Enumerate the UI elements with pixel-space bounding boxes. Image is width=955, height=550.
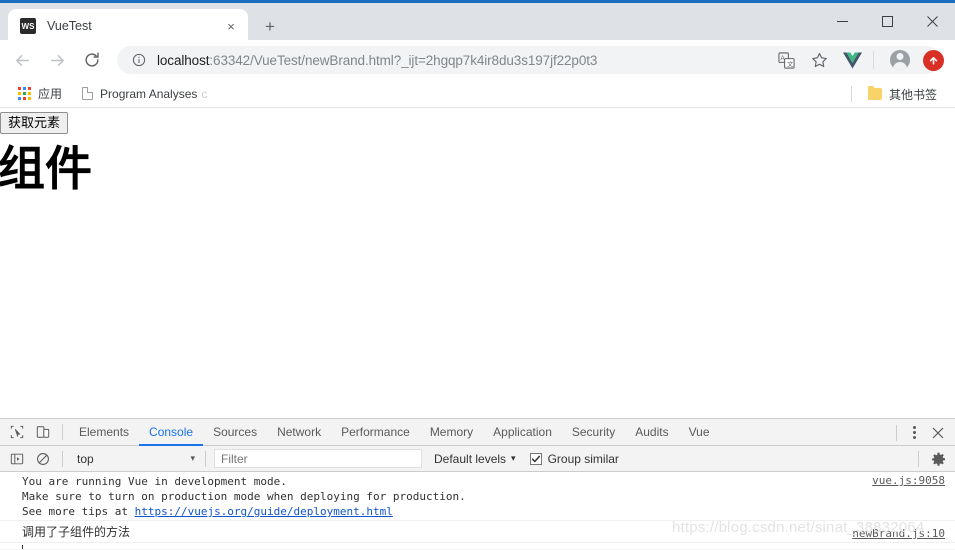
- maximize-icon[interactable]: [865, 3, 910, 40]
- url-path: :63342/VueTest/newBrand.html?_ijt=2hgqp7…: [209, 52, 598, 68]
- apps-grid-icon: [18, 87, 31, 100]
- bookmark-star-icon[interactable]: [805, 46, 833, 74]
- console-message-line-3: See more tips at https://vuejs.org/guide…: [22, 504, 955, 519]
- log-levels-select[interactable]: Default levels ▾: [434, 452, 516, 466]
- inspect-element-icon[interactable]: [4, 420, 30, 444]
- console-message-line-1: You are running Vue in development mode.: [22, 475, 287, 488]
- minimize-icon[interactable]: [820, 3, 865, 40]
- tab-elements[interactable]: Elements: [69, 419, 139, 446]
- browser-tab[interactable]: WS VueTest ×: [8, 9, 248, 43]
- devtools-panel: Elements Console Sources Network Perform…: [0, 418, 955, 550]
- tab-network[interactable]: Network: [267, 419, 331, 446]
- get-element-button[interactable]: 获取元素: [0, 112, 69, 134]
- bookmark-apps-label: 应用: [38, 87, 63, 101]
- console-output[interactable]: You are running Vue in development mode.…: [0, 472, 955, 549]
- profile-avatar-icon[interactable]: [886, 46, 914, 74]
- page-title: 组件: [0, 142, 92, 197]
- bookmark-item-program-analyses[interactable]: Program Analyses c: [74, 83, 215, 105]
- console-toolbar-right: [912, 446, 951, 472]
- console-filter-input[interactable]: [214, 449, 422, 468]
- reload-icon[interactable]: [78, 46, 106, 74]
- title-bar: WS VueTest × +: [0, 0, 955, 43]
- other-bookmarks-folder[interactable]: 其他书签: [860, 83, 945, 105]
- bookmarks-divider: [850, 86, 852, 102]
- other-bookmarks-label: 其他书签: [888, 87, 937, 102]
- document-icon: [82, 87, 94, 100]
- console-toolbar-divider-2: [205, 450, 206, 467]
- more-options-icon[interactable]: [903, 422, 925, 444]
- vue-devtools-icon[interactable]: [838, 46, 866, 74]
- bookmark-item-overflow: c: [201, 86, 208, 101]
- tab-application[interactable]: Application: [483, 419, 562, 446]
- close-devtools-icon[interactable]: [925, 421, 951, 445]
- webstorm-favicon: WS: [20, 18, 36, 34]
- tab-memory[interactable]: Memory: [420, 419, 483, 446]
- execution-context-select[interactable]: top ▾: [69, 449, 199, 469]
- console-message-line-2: Make sure to turn on production mode whe…: [22, 490, 466, 503]
- console-message-vue-dev[interactable]: You are running Vue in development mode.…: [0, 472, 955, 520]
- console-message-line-3-text: See more tips at: [22, 505, 135, 518]
- chevron-down-icon: ▾: [190, 453, 195, 463]
- bookmark-apps[interactable]: 应用: [10, 83, 70, 105]
- console-source-link-vue[interactable]: vue.js:9058: [872, 473, 945, 488]
- page-info-icon[interactable]: [131, 52, 147, 68]
- avatar: [890, 50, 910, 70]
- tab-audits[interactable]: Audits: [625, 419, 678, 446]
- forward-arrow-icon[interactable]: [43, 46, 71, 74]
- tab-vue[interactable]: Vue: [679, 419, 720, 446]
- page-viewport: 获取元素 组件: [0, 108, 955, 418]
- tab-close-icon[interactable]: ×: [222, 17, 240, 35]
- log-levels-label: Default levels: [434, 451, 507, 466]
- browser-window: WS VueTest × + localhost:63342/VueTest/n…: [0, 0, 955, 550]
- console-prompt-cursor: [22, 545, 23, 549]
- window-controls: [820, 3, 955, 40]
- group-similar-checkbox[interactable]: [529, 452, 542, 465]
- console-prompt[interactable]: >: [0, 542, 955, 549]
- device-toolbar-icon[interactable]: [30, 420, 56, 444]
- group-similar-label: Group similar: [547, 451, 619, 466]
- tab-security[interactable]: Security: [562, 419, 625, 446]
- back-arrow-icon[interactable]: [8, 46, 36, 74]
- bookmarks-bar: 应用 Program Analyses c 其他书签: [0, 80, 955, 108]
- url-host: localhost: [157, 52, 210, 68]
- console-toolbar-divider: [62, 450, 63, 467]
- bookmark-item-label: Program Analyses: [100, 86, 198, 101]
- tab-console[interactable]: Console: [139, 419, 203, 446]
- address-bar-url: localhost:63342/VueTest/newBrand.html?_i…: [157, 53, 597, 68]
- close-icon[interactable]: [910, 3, 955, 40]
- update-badge: [922, 49, 944, 71]
- chevron-down-icon-levels: ▾: [511, 453, 516, 463]
- console-toolbar-divider-3: [918, 451, 919, 467]
- execution-context-value: top: [77, 451, 94, 466]
- devtools-tabbar: Elements Console Sources Network Perform…: [0, 419, 955, 446]
- settings-gear-icon[interactable]: [925, 447, 951, 471]
- console-source-link-newbrand[interactable]: newBrand.js:10: [852, 525, 945, 542]
- new-tab-button[interactable]: +: [258, 14, 282, 38]
- devtools-divider-right: [896, 424, 897, 441]
- bookmarks-bar-right: 其他书签: [850, 80, 949, 108]
- console-sidebar-icon[interactable]: [4, 447, 30, 471]
- vue-deployment-link[interactable]: https://vuejs.org/guide/deployment.html: [135, 505, 393, 518]
- devtools-tabbar-right: [890, 419, 951, 446]
- folder-icon: [867, 86, 882, 100]
- console-toolbar: top ▾ Default levels ▾ Group similar: [0, 446, 955, 472]
- group-similar-toggle[interactable]: Group similar: [529, 451, 619, 466]
- translate-icon[interactable]: A 文: [772, 46, 800, 74]
- update-arrow-icon[interactable]: [919, 46, 947, 74]
- tab-sources[interactable]: Sources: [203, 419, 267, 446]
- browser-toolbar: localhost:63342/VueTest/newBrand.html?_i…: [0, 40, 955, 80]
- console-message-text: 调用了子组件的方法: [22, 525, 131, 539]
- devtools-divider: [62, 424, 63, 440]
- clear-console-icon[interactable]: [30, 447, 56, 471]
- tab-performance[interactable]: Performance: [331, 419, 420, 446]
- toolbar-divider: [873, 51, 874, 69]
- console-message-child-method[interactable]: 调用了子组件的方法 newBrand.js:10: [0, 520, 955, 542]
- svg-text:文: 文: [787, 60, 793, 68]
- tab-title: VueTest: [47, 19, 92, 33]
- toolbar-actions: A 文: [767, 40, 947, 80]
- console-prompt-caret: >: [8, 546, 15, 549]
